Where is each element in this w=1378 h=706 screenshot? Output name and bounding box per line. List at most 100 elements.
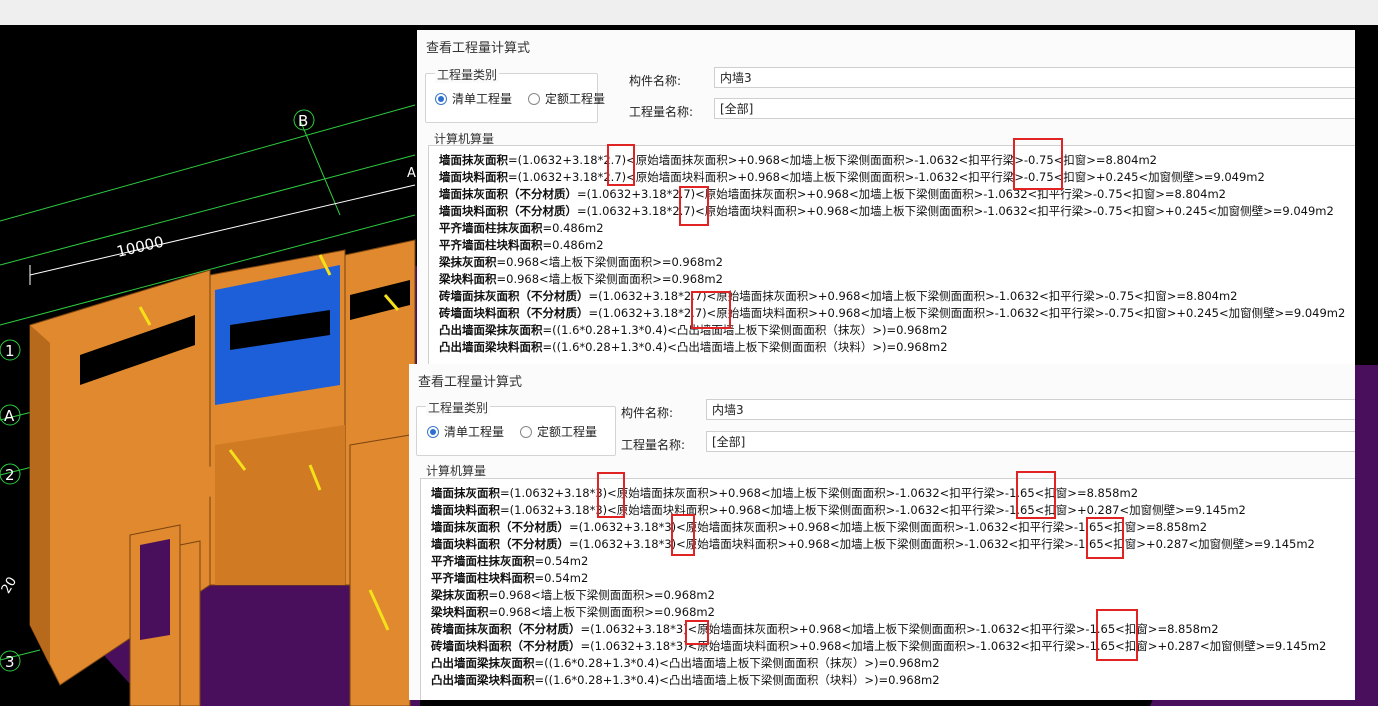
formula-name: 凸出墙面梁抹灰面积 [439,323,543,337]
radio-qingdan-label: 清单工程量 [444,425,505,439]
calc-section-label: 计算机算量 [426,464,487,478]
quantity-name-field[interactable]: [全部] [714,98,1355,119]
formula-expr: =(1.0632+3.18*2.7)<原始墙面抹灰面积>+0.968<加墙上板下… [588,289,1238,303]
formula-line: 砖墙面块料面积（不分材质）=(1.0632+3.18*2.7)<原始墙面块料面积… [439,305,1345,322]
quantity-formula-dialog-top: 查看工程量计算式 工程量类别 清单工程量 定额工程量 构件名称: 内墙3 工程量… [417,30,1355,365]
radio-qingdan-label: 清单工程量 [452,92,513,106]
formula-line: 平齐墙面柱块料面积=0.54m2 [431,570,588,587]
component-name-field[interactable]: 内墙3 [706,399,1355,420]
formula-expr: =0.54m2 [534,554,589,568]
highlight-box [1016,471,1056,519]
grid-label-2: 2 [5,466,15,484]
partial-mark-a: A [407,166,416,181]
radio-selected-icon[interactable] [427,425,439,438]
highlight-box [597,472,625,518]
formula-name: 砖墙面抹灰面积（不分材质） [439,289,589,303]
dialog-title: 查看工程量计算式 [418,375,523,390]
quantity-category-label: 工程量类别 [435,66,500,83]
formula-expr: =0.968<墙上板下梁侧面面积>=0.968m2 [496,255,723,269]
app-top-bar [0,0,1378,25]
formula-line: 平齐墙面柱抹灰面积=0.486m2 [439,220,604,237]
quantity-formula-dialog-bottom: 查看工程量计算式 工程量类别 清单工程量 定额工程量 构件名称: 内墙3 工程量… [409,364,1355,700]
component-name-label: 构件名称: [621,406,674,420]
formula-name: 凸出墙面梁抹灰面积 [431,656,535,670]
radio-dinge[interactable]: 定额工程量 [528,90,605,107]
formula-line: 平齐墙面柱抹灰面积=0.54m2 [431,553,588,570]
formula-name: 凸出墙面梁块料面积 [431,673,535,687]
grid-label-1: 1 [5,342,15,360]
formula-name: 砖墙面块料面积（不分材质） [431,639,581,653]
highlight-box [685,620,709,645]
quantity-name-label: 工程量名称: [621,438,686,452]
formula-line: 墙面块料面积=(1.0632+3.18*2.7)<原始墙面块料面积>+0.968… [439,169,1265,186]
formula-line: 梁块料面积=0.968<墙上板下梁侧面面积>=0.968m2 [431,604,715,621]
formula-line: 墙面块料面积（不分材质）=(1.0632+3.18*3)<原始墙面块料面积>+0… [431,536,1315,553]
dialog-title: 查看工程量计算式 [426,41,531,56]
formula-name: 梁抹灰面积 [431,588,489,602]
formula-name: 梁块料面积 [431,605,489,619]
formula-expr: =((1.6*0.28+1.3*0.4)<凸出墙面墙上板下梁侧面面积（抹灰）>)… [534,656,940,670]
formula-expr: =((1.6*0.28+1.3*0.4)<凸出墙面墙上板下梁侧面面积（块料）>)… [542,340,948,354]
component-name-field[interactable]: 内墙3 [714,67,1355,88]
formula-line: 凸出墙面梁块料面积=((1.6*0.28+1.3*0.4)<凸出墙面墙上板下梁侧… [431,672,940,689]
highlight-box [1086,517,1124,559]
formula-name: 墙面块料面积（不分材质） [431,537,569,551]
formula-name: 墙面抹灰面积 [439,153,508,167]
formula-expr: =0.54m2 [534,571,589,585]
formula-line: 凸出墙面梁抹灰面积=((1.6*0.28+1.3*0.4)<凸出墙面墙上板下梁侧… [431,655,940,672]
radio-dinge[interactable]: 定额工程量 [520,423,597,440]
grid-label-3: 3 [5,653,15,671]
formula-line: 墙面抹灰面积（不分材质）=(1.0632+3.18*2.7)<原始墙面抹灰面积>… [439,186,1226,203]
formula-name: 墙面块料面积（不分材质） [439,204,577,218]
highlight-box [607,144,635,186]
radio-qingdan[interactable]: 清单工程量 [435,90,512,107]
quantity-name-label: 工程量名称: [629,105,694,119]
radio-unselected-icon[interactable] [528,92,540,105]
formula-expr: =((1.6*0.28+1.3*0.4)<凸出墙面墙上板下梁侧面面积（抹灰）>)… [542,323,948,337]
formula-name: 砖墙面抹灰面积（不分材质） [431,622,581,636]
highlight-box [671,514,695,556]
formula-name: 梁块料面积 [439,272,497,286]
formula-name: 墙面块料面积 [439,170,508,184]
radio-selected-icon[interactable] [435,92,447,105]
quantity-category-group: 工程量类别 清单工程量 定额工程量 [425,66,605,123]
quantity-category-group: 工程量类别 清单工程量 定额工程量 [416,399,616,456]
formula-name: 墙面块料面积 [431,503,500,517]
formula-expr: =0.968<墙上板下梁侧面面积>=0.968m2 [488,588,715,602]
formula-list[interactable]: 墙面抹灰面积=(1.0632+3.18*3)<原始墙面抹灰面积>+0.968<加… [420,471,1355,700]
formula-line: 梁块料面积=0.968<墙上板下梁侧面面积>=0.968m2 [439,271,723,288]
component-name-label: 构件名称: [629,74,682,88]
formula-line: 砖墙面抹灰面积（不分材质）=(1.0632+3.18*2.7)<原始墙面抹灰面积… [439,288,1238,305]
formula-line: 梁抹灰面积=0.968<墙上板下梁侧面面积>=0.968m2 [431,587,715,604]
radio-unselected-icon[interactable] [520,425,532,438]
formula-expr: =(1.0632+3.18*2.7)<原始墙面抹灰面积>+0.968<加墙上板下… [577,187,1226,201]
formula-name: 平齐墙面柱抹灰面积 [439,221,543,235]
formula-line: 梁抹灰面积=0.968<墙上板下梁侧面面积>=0.968m2 [439,254,723,271]
formula-expr: =0.968<墙上板下梁侧面面积>=0.968m2 [488,605,715,619]
formula-expr: =0.968<墙上板下梁侧面面积>=0.968m2 [496,272,723,286]
radio-dinge-label: 定额工程量 [545,92,606,106]
grid-label-b: B [298,112,308,130]
formula-name: 墙面抹灰面积（不分材质） [431,520,569,534]
formula-line: 砖墙面块料面积（不分材质）=(1.0632+3.18*3)<原始墙面块料面积>+… [431,638,1326,655]
formula-line: 平齐墙面柱块料面积=0.486m2 [439,237,604,254]
radio-dinge-label: 定额工程量 [537,425,598,439]
formula-name: 平齐墙面柱块料面积 [439,238,543,252]
formula-name: 梁抹灰面积 [439,255,497,269]
formula-expr: =0.486m2 [542,221,604,235]
quantity-name-field[interactable]: [全部] [706,431,1355,452]
formula-name: 凸出墙面梁块料面积 [439,340,543,354]
highlight-box [1013,138,1063,190]
formula-name: 砖墙面块料面积（不分材质） [439,306,589,320]
formula-name: 墙面抹灰面积 [431,486,500,500]
highlight-box [1096,609,1138,661]
formula-expr: =((1.6*0.28+1.3*0.4)<凸出墙面墙上板下梁侧面面积（块料）>)… [534,673,940,687]
highlight-box [691,291,731,329]
quantity-category-label: 工程量类别 [426,399,491,416]
formula-line: 墙面块料面积（不分材质）=(1.0632+3.18*2.7)<原始墙面块料面积>… [439,203,1334,220]
formula-list[interactable]: 墙面抹灰面积 =(1.0632+3.18*2.7)<原始墙面抹灰面积>+0.968… [428,138,1355,365]
radio-qingdan[interactable]: 清单工程量 [427,423,504,440]
formula-line: 凸出墙面梁块料面积=((1.6*0.28+1.3*0.4)<凸出墙面墙上板下梁侧… [439,339,948,356]
formula-name: 平齐墙面柱抹灰面积 [431,554,535,568]
formula-name: 平齐墙面柱块料面积 [431,571,535,585]
